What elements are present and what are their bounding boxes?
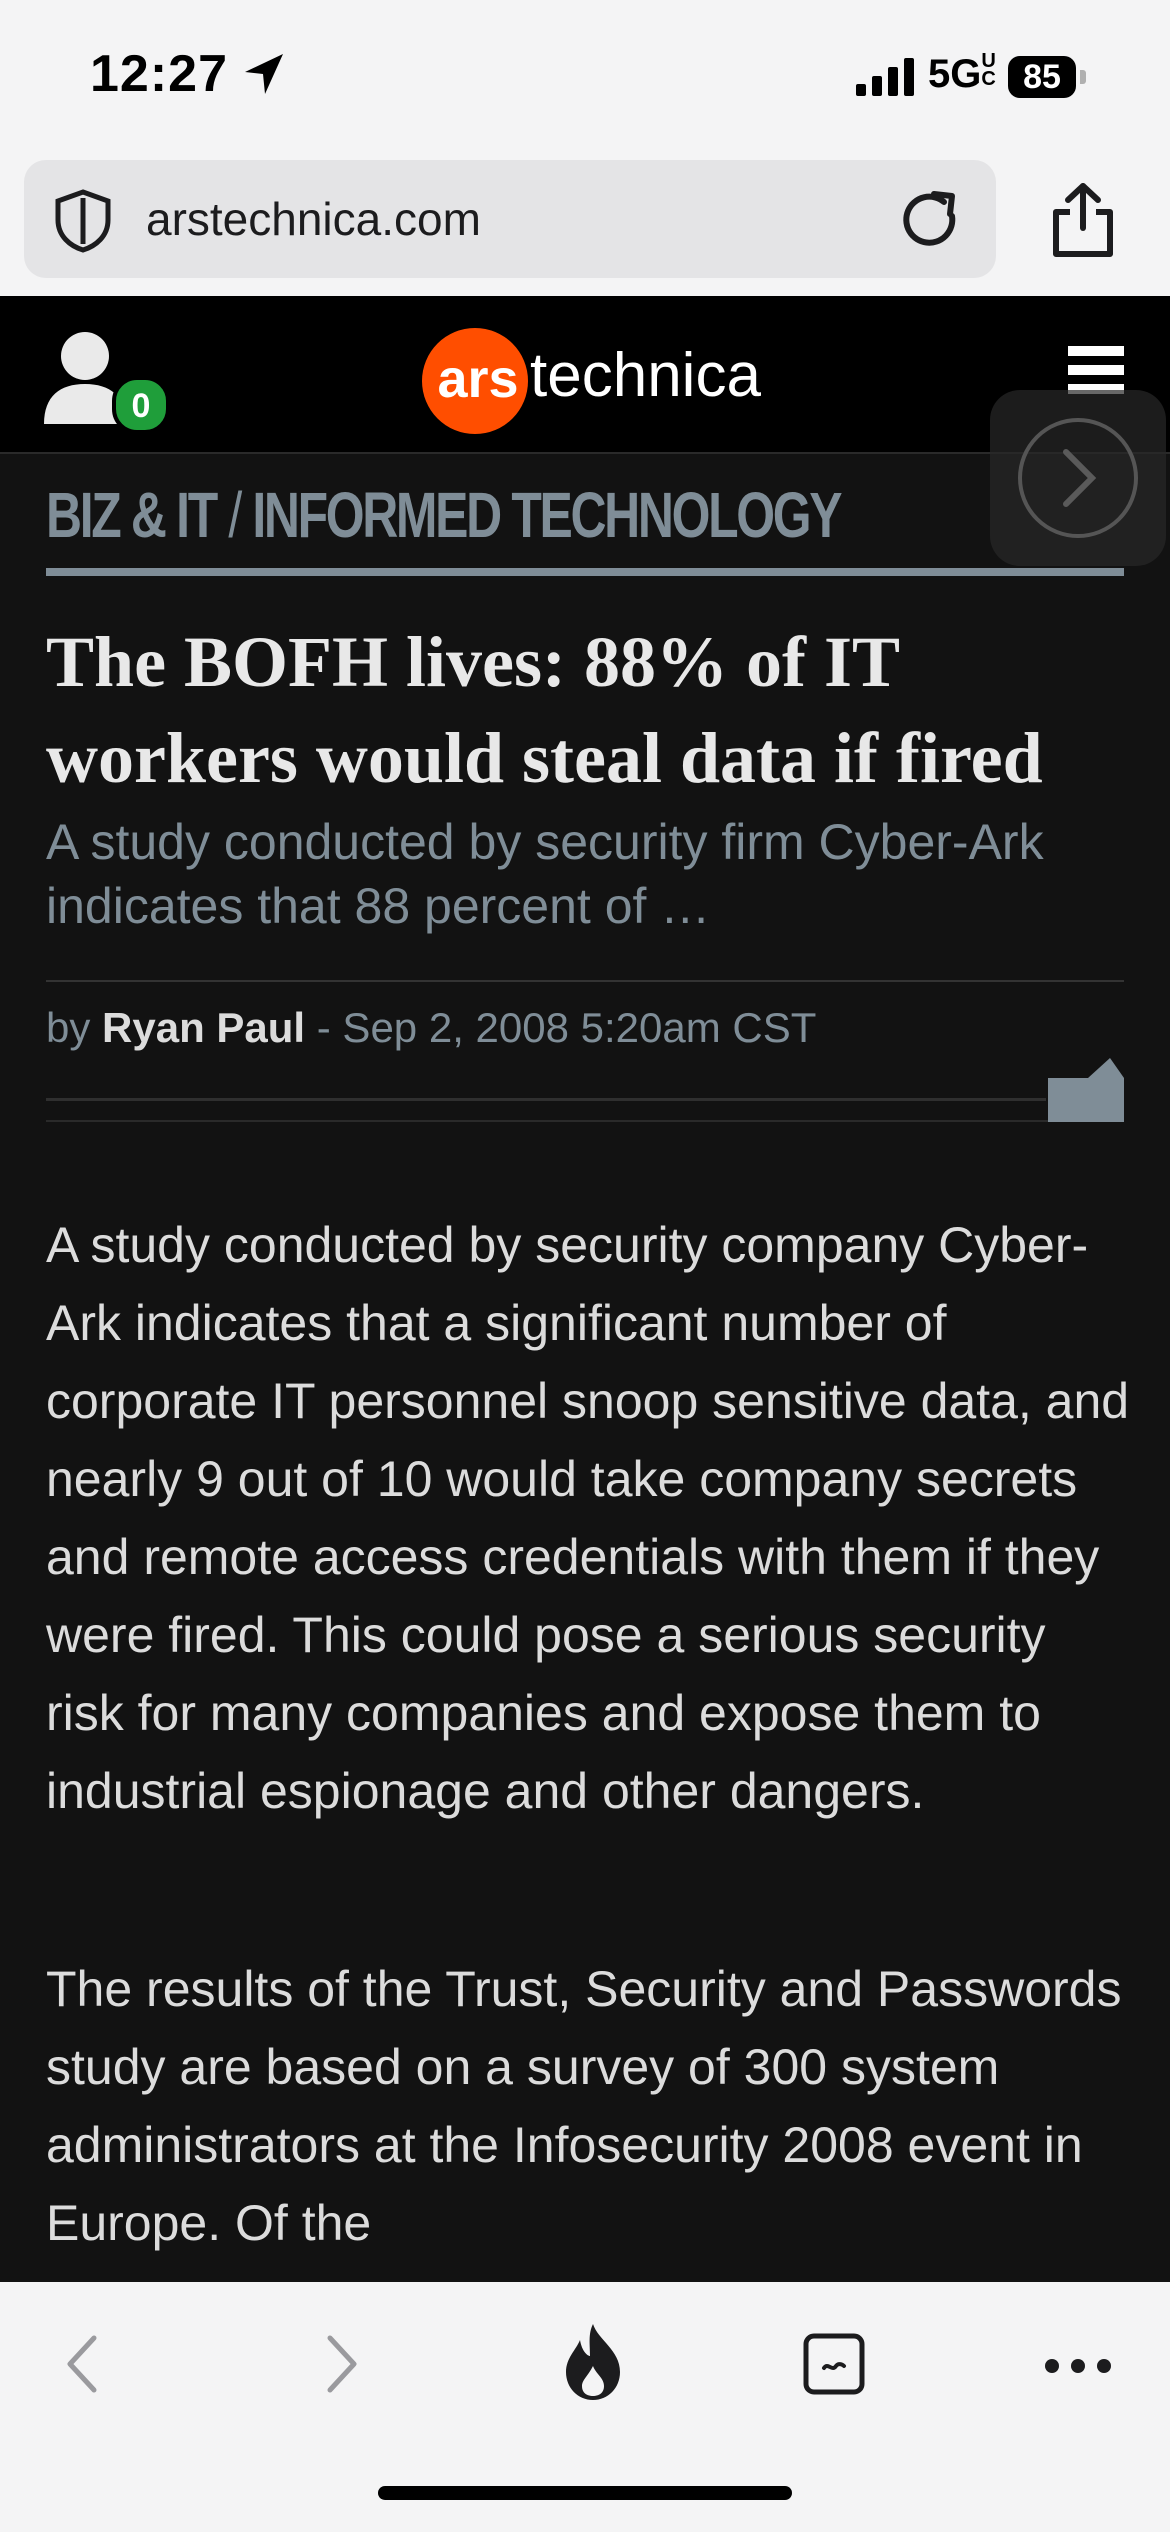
network-type: 5GUC [928,50,996,96]
address-bar[interactable]: arstechnica.com [24,160,996,278]
article-category[interactable]: BIZ & IT / INFORMED TECHNOLOGY [46,478,843,552]
back-icon[interactable] [62,2332,102,2396]
shield-icon[interactable] [50,188,116,254]
more-options-icon[interactable] [1044,2358,1112,2374]
forward-icon[interactable] [322,2332,362,2396]
notification-badge[interactable]: 0 [112,376,170,434]
status-bar: 12:27 5GUC 85 [0,0,1170,150]
location-arrow-icon [245,54,283,94]
article-subtitle: A study conducted by security firm Cyber… [46,814,1044,934]
url-text[interactable]: arstechnica.com [146,192,481,246]
byline-prefix: by [46,1004,91,1051]
comment-bubble-icon [1048,1078,1124,1122]
reload-icon[interactable] [896,186,966,256]
category-section[interactable]: BIZ & IT [46,479,218,551]
author-link[interactable]: Ryan Paul [102,1004,305,1051]
battery-tip [1080,70,1086,84]
category-divider [46,568,1124,576]
fire-icon[interactable] [560,2322,626,2402]
article-byline: by Ryan Paul - Sep 2, 2008 5:20am CST [46,1004,816,1052]
article-paragraph: A study conducted by security company Cy… [46,1217,1130,1819]
chevron-right-icon [1063,449,1097,507]
category-sub[interactable]: INFORMED TECHNOLOGY [252,479,842,551]
status-time: 12:27 [90,45,228,103]
site-logo-technica[interactable]: technica [530,340,761,411]
browser-address-area: arstechnica.com [0,150,1170,296]
battery-level: 85 [1008,56,1076,98]
comments-button[interactable] [1048,1058,1124,1122]
comment-bubble-tail [1088,1058,1124,1078]
site-logo-ars[interactable]: ars [430,348,526,410]
article-title: The BOFH lives: 88% of IT workers would … [46,622,1043,798]
divider [46,980,1124,982]
home-indicator[interactable] [378,2486,792,2500]
divider [46,1120,1124,1122]
tabs-icon[interactable] [802,2332,866,2396]
article-date: - Sep 2, 2008 5:20am CST [316,1004,817,1051]
category-separator: / [228,479,242,551]
swipe-forward-button[interactable] [990,390,1166,566]
divider [46,1098,1046,1101]
share-icon[interactable] [1050,182,1116,258]
article-paragraph: The results of the Trust, Security and P… [46,1961,1122,2251]
cellular-signal-icon [856,58,914,96]
